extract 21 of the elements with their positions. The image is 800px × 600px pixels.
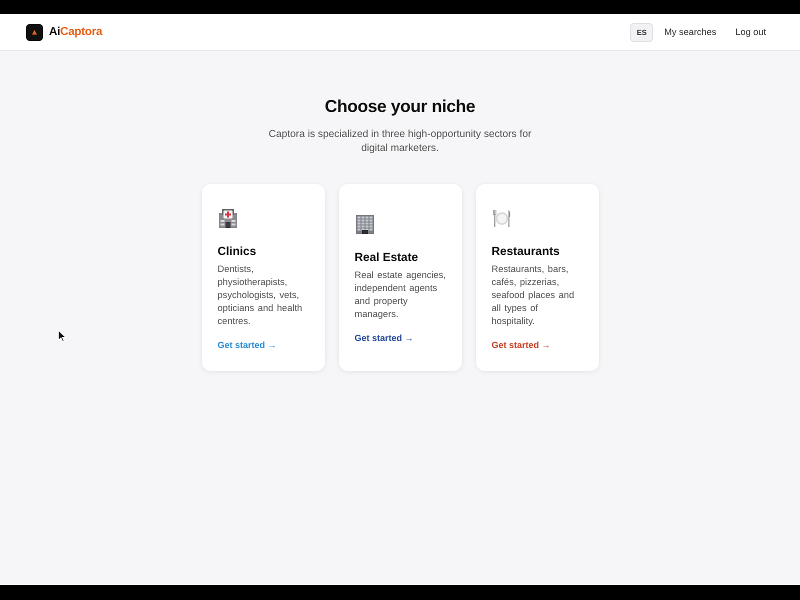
- card-description: Restaurants, bars, cafés, pizzerias, seafood places and all types of hospitality.: [492, 262, 576, 328]
- card-title: Clinics: [218, 244, 256, 258]
- card-title: Restaurants: [492, 244, 560, 258]
- page-title: Choose your niche: [324, 95, 476, 117]
- card-title: Real Estate: [354, 250, 418, 264]
- get-started-link[interactable]: Get started →: [492, 338, 551, 350]
- page-subtitle: Captora is specialized in three high-opportunity sectors for digital marketers.: [268, 128, 532, 156]
- niche-card[interactable]: Clinics Dentists, physiotherapists, psychologists, vets, opticians and health centres. Get started →: [202, 184, 324, 370]
- card-description: Dentists, physiotherapists, psychologists, vets, opticians and health centres.: [218, 262, 304, 328]
- niche-card[interactable]: Real Estate Real estate agencies, independent agents and property managers. Get started →: [338, 184, 462, 370]
- nav-link[interactable]: My searches: [664, 27, 716, 37]
- card-description: Real estate agencies, independent agents and property managers.: [354, 269, 447, 321]
- mouse-pointer-icon: [58, 330, 66, 342]
- plate-cutlery-icon: [492, 208, 512, 228]
- hospital-icon: [218, 208, 238, 228]
- nav-link[interactable]: Log out: [735, 27, 766, 37]
- office-building-icon: [354, 214, 374, 234]
- get-started-link[interactable]: Get started →: [354, 332, 414, 344]
- brand-name: AiCaptora: [49, 26, 102, 38]
- logo-icon: [26, 24, 43, 40]
- niche-card[interactable]: Restaurants Restaurants, bars, cafés, pizzerias, seafood places and all types of hospitality. Get started →: [476, 184, 598, 370]
